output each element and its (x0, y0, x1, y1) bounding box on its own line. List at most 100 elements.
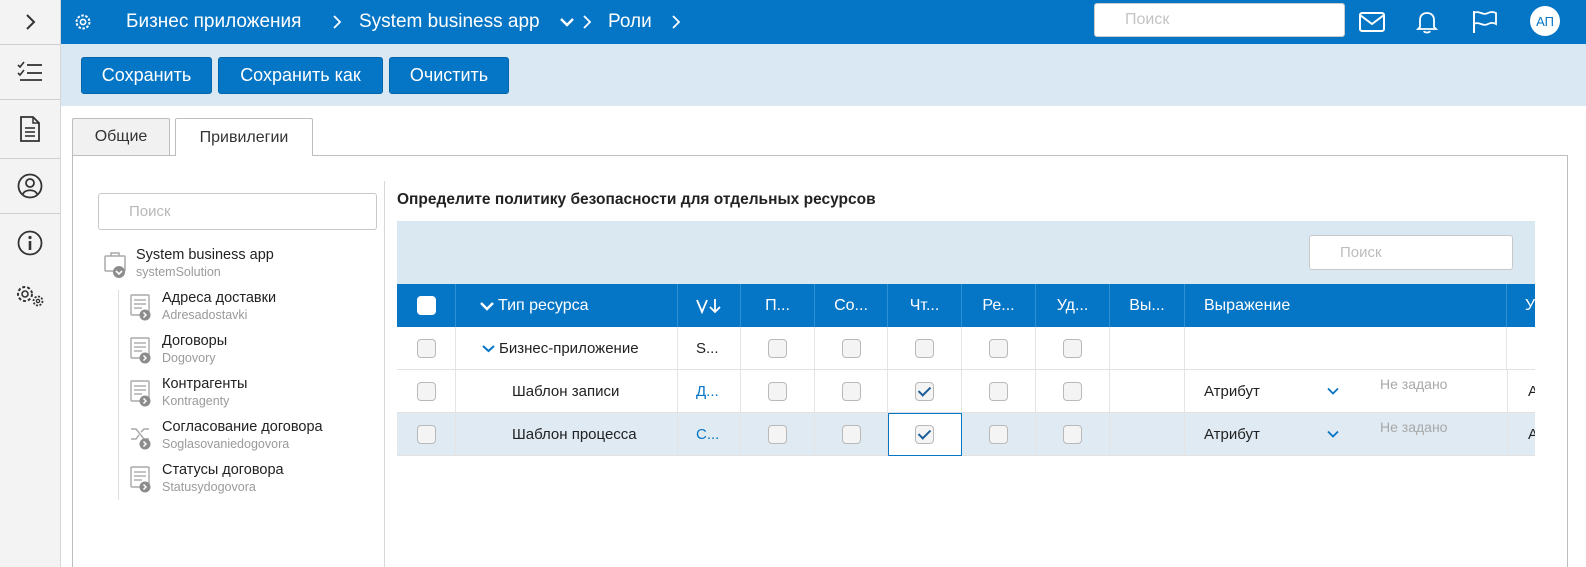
column-header-sort[interactable] (678, 284, 741, 327)
privilege-checkbox[interactable] (989, 425, 1008, 444)
tasks-nav-button[interactable] (0, 46, 60, 98)
select-all-checkbox[interactable] (416, 296, 436, 315)
user-avatar[interactable]: АП (1530, 6, 1560, 36)
focused-cell-outline (888, 413, 962, 456)
expression-select[interactable]: Атрибут Не задано (1185, 413, 1507, 456)
app-settings-button[interactable] (73, 0, 93, 44)
gears-icon (17, 286, 44, 307)
profile-nav-button[interactable] (0, 160, 60, 212)
tree-item-sub: Dogovory (162, 351, 216, 365)
gear-icon (75, 14, 91, 30)
resource-type: Бизнес-приложение (499, 340, 639, 357)
shuffle-icon (131, 428, 151, 450)
tree-item-title: Договоры (162, 333, 228, 349)
privilege-checkbox[interactable] (768, 382, 787, 401)
column-header-delete[interactable]: Уд... (1036, 284, 1110, 327)
expand-sidebar-button[interactable] (0, 0, 60, 44)
privilege-checkbox[interactable] (768, 339, 787, 358)
tab-general[interactable]: Общие (72, 118, 170, 155)
privilege-checkbox[interactable] (1063, 339, 1082, 358)
tree-item-title: Адреса доставки (162, 290, 277, 306)
checklist-icon (17, 61, 42, 81)
list-icon (130, 380, 151, 407)
tree-item-title: Контрагенты (162, 376, 248, 392)
expression-value: Атрибут (1204, 383, 1260, 400)
chevron-right-icon (332, 0, 342, 44)
app-dropdown-chevron-down-icon[interactable] (560, 0, 574, 44)
privilege-checkbox[interactable] (915, 339, 934, 358)
flag-button[interactable] (1472, 0, 1498, 44)
privilege-checkbox[interactable] (1063, 425, 1082, 444)
breadcrumb-system-business-app[interactable]: System business app (359, 0, 540, 44)
list-icon (130, 294, 151, 321)
save-button[interactable]: Сохранить (81, 57, 212, 94)
save-as-button[interactable]: Сохранить как (218, 57, 383, 94)
table-row[interactable]: Бизнес-приложение S... (397, 327, 1535, 370)
tree-item[interactable]: Договоры Dogovory (130, 333, 227, 367)
chevron-down-icon[interactable] (482, 344, 495, 353)
tree-item[interactable]: Адреса доставки Adresadostavki (130, 290, 276, 324)
pane-divider[interactable] (384, 181, 385, 567)
expression-select[interactable]: Атрибут Не задано (1185, 370, 1507, 413)
privilege-checkbox[interactable] (841, 382, 861, 401)
table-row[interactable]: Шаблон записи Д... Атрибут Не задано А (397, 370, 1535, 413)
clear-button[interactable]: Очистить (389, 57, 509, 94)
resource-link[interactable]: С... (678, 413, 741, 456)
expression-placeholder: Не задано (1380, 419, 1448, 435)
list-icon (130, 466, 151, 493)
flag-icon (1473, 11, 1497, 33)
bell-icon (1416, 12, 1438, 34)
tree-root-title: System business app (136, 247, 274, 263)
privilege-checkbox[interactable] (989, 382, 1008, 401)
document-icon (20, 116, 40, 142)
notifications-button[interactable] (1416, 0, 1438, 44)
tab-privileges[interactable]: Привилегии (175, 118, 313, 156)
column-header-p[interactable]: П... (741, 284, 815, 327)
tree-item-sub: Soglasovaniedogovora (162, 437, 290, 451)
breadcrumb-business-apps[interactable]: Бизнес приложения (126, 0, 301, 44)
privilege-checkbox[interactable] (841, 425, 861, 444)
resource-link[interactable]: Д... (678, 370, 741, 413)
tree-root-node[interactable]: System business app systemSolution (104, 246, 274, 280)
messages-button[interactable] (1359, 0, 1385, 44)
breadcrumb-roles[interactable]: Роли (608, 0, 652, 44)
column-header-type[interactable]: Тип ресурса (456, 284, 678, 327)
sort-descending-icon (696, 298, 721, 314)
left-rail (0, 0, 61, 567)
row-select-checkbox[interactable] (416, 339, 436, 358)
column-header-edit[interactable]: Ре... (962, 284, 1036, 327)
column-header-expression[interactable]: Выражение (1185, 284, 1507, 327)
column-header-u[interactable]: У (1507, 284, 1535, 327)
table-row-selected[interactable]: Шаблон процесса С... Атрибут Не задано А (397, 413, 1535, 456)
privilege-checkbox[interactable] (989, 339, 1008, 358)
privilege-checkbox[interactable] (768, 425, 787, 444)
tree-item[interactable]: Статусы договора Statusydogovora (130, 462, 284, 496)
chevron-right-icon (582, 0, 592, 44)
column-header-type-label: Тип ресурса (498, 296, 589, 314)
tree-item-title: Согласование договора (162, 419, 323, 435)
info-nav-button[interactable] (0, 218, 60, 268)
privilege-checkbox-checked[interactable] (915, 382, 934, 401)
chevron-down-icon (480, 301, 494, 311)
column-header-create[interactable]: Со... (815, 284, 888, 327)
settings-nav-button[interactable] (0, 270, 60, 320)
privilege-checkbox[interactable] (1063, 382, 1082, 401)
header-search-input[interactable] (1094, 3, 1345, 37)
tree-search-input[interactable] (98, 193, 377, 230)
grid-search-input[interactable] (1309, 235, 1513, 270)
briefcase-icon (104, 252, 126, 278)
tree-item[interactable]: Согласование договора Soglasovaniedogovo… (130, 419, 323, 453)
documents-nav-button[interactable] (0, 104, 60, 154)
expression-value: Атрибут (1204, 426, 1260, 443)
column-header-read[interactable]: Чт... (888, 284, 962, 327)
tree-item[interactable]: Контрагенты Kontragenty (130, 376, 247, 410)
privilege-checkbox[interactable] (841, 339, 861, 358)
tree-root-sub: systemSolution (136, 265, 221, 279)
row-select-checkbox[interactable] (416, 382, 436, 401)
resource-name: S... (678, 327, 741, 370)
row-select-checkbox[interactable] (416, 425, 436, 444)
chevron-right-icon (671, 0, 681, 44)
column-header-execute[interactable]: Вы... (1110, 284, 1185, 327)
app-header: Бизнес приложения System business app Ро… (61, 0, 1586, 44)
select-all-cell (397, 284, 456, 327)
